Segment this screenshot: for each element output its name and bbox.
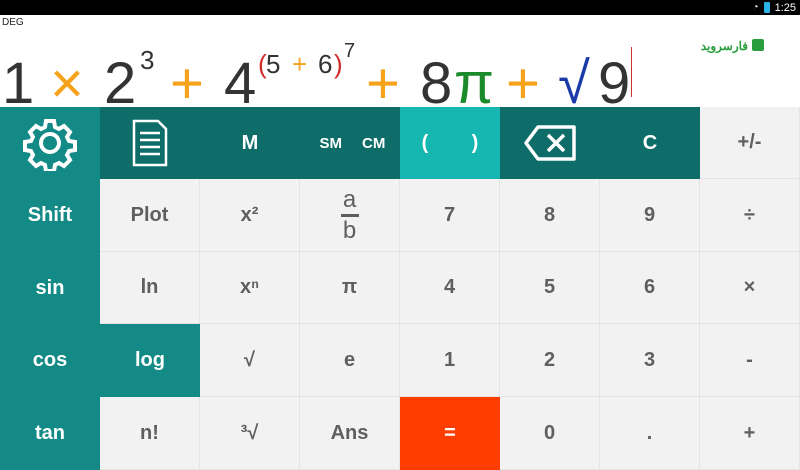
expr-exponent-7: 7: [344, 40, 356, 62]
log-button[interactable]: log: [100, 324, 200, 397]
expr-plus-1: +: [170, 51, 204, 116]
expr-pi: π: [454, 51, 495, 116]
equals-button[interactable]: =: [400, 397, 500, 470]
wifi-icon: ◔: [752, 2, 759, 13]
watermark-logo: فارسروید: [700, 39, 748, 53]
factorial-button[interactable]: n!: [100, 397, 200, 470]
plus-minus-button[interactable]: +/-: [700, 107, 800, 179]
digit-8-button[interactable]: 8: [500, 179, 600, 252]
shift-button[interactable]: Shift: [0, 179, 100, 252]
expr-digit-6: 6: [318, 49, 333, 79]
digit-4-button[interactable]: 4: [400, 252, 500, 324]
ans-button[interactable]: Ans: [300, 397, 400, 470]
status-time: 1:25: [774, 1, 796, 14]
fraction-numerator: a: [342, 185, 357, 213]
paren-close-button[interactable]: ): [450, 107, 500, 179]
digit-1-button[interactable]: 1: [400, 324, 500, 397]
expr-digit-4: 4: [224, 51, 257, 116]
multiply-button[interactable]: ×: [700, 252, 800, 324]
tan-button[interactable]: tan: [0, 397, 100, 470]
plot-button[interactable]: Plot: [100, 179, 200, 252]
minus-button[interactable]: -: [700, 324, 800, 397]
clear-button[interactable]: C: [600, 107, 700, 179]
expr-plus-inner: +: [292, 49, 308, 79]
memory-store-button[interactable]: SM: [300, 107, 350, 179]
memory-clear-button[interactable]: CM: [350, 107, 400, 179]
divide-button[interactable]: ÷: [700, 179, 800, 252]
plus-button[interactable]: +: [700, 397, 800, 470]
expr-plus-2: +: [366, 51, 400, 116]
digit-5-button[interactable]: 5: [500, 252, 600, 324]
paren-open-button[interactable]: (: [400, 107, 450, 179]
logo-icon: [752, 39, 764, 51]
backspace-icon: [524, 125, 576, 161]
expr-digit-8: 8: [420, 51, 453, 116]
expr-paren-close: ): [334, 49, 343, 79]
square-button[interactable]: x²: [200, 179, 300, 252]
cube-root-button[interactable]: ³√: [200, 397, 300, 470]
battery-icon: [763, 2, 770, 13]
expr-sqrt: √: [558, 51, 590, 116]
document-icon: [132, 119, 168, 167]
expression-display[interactable]: DEG 1 × 2 3 + 4 ( 5 + 6 ) 7 + 8 π + √ 9 …: [0, 15, 800, 113]
history-button[interactable]: [100, 107, 200, 179]
digit-3-button[interactable]: 3: [600, 324, 700, 397]
fraction-button[interactable]: a b: [300, 179, 400, 252]
expr-plus-3: +: [506, 51, 540, 116]
expr-digit-1: 1: [2, 51, 35, 116]
digit-9-button[interactable]: 9: [600, 179, 700, 252]
power-button[interactable]: xⁿ: [200, 252, 300, 324]
digit-0-button[interactable]: 0: [500, 397, 600, 470]
digit-2-button[interactable]: 2: [500, 324, 600, 397]
expr-digit-2: 2: [104, 51, 137, 116]
backspace-button[interactable]: [500, 107, 600, 179]
digit-6-button[interactable]: 6: [600, 252, 700, 324]
text-cursor: [631, 47, 632, 97]
e-button[interactable]: e: [300, 324, 400, 397]
decimal-button[interactable]: .: [600, 397, 700, 470]
angle-mode-label: DEG: [2, 17, 24, 28]
sin-button[interactable]: sin: [0, 252, 100, 324]
expression-text: 1 × 2 3 + 4 ( 5 + 6 ) 7 + 8 π + √ 9: [2, 29, 792, 113]
memory-button[interactable]: M: [200, 107, 300, 179]
gear-icon: [23, 119, 77, 171]
settings-button[interactable]: [0, 107, 100, 179]
fraction-denominator: b: [342, 216, 357, 244]
ln-button[interactable]: ln: [100, 252, 200, 324]
expr-digit-9: 9: [598, 51, 631, 116]
status-icons: ◔ 1:25: [753, 1, 796, 14]
expr-exponent-3: 3: [140, 45, 155, 75]
expr-times: ×: [50, 51, 84, 116]
expr-digit-5: 5: [266, 49, 281, 79]
digit-7-button[interactable]: 7: [400, 179, 500, 252]
status-bar: ◔ 1:25: [0, 0, 800, 15]
cos-button[interactable]: cos: [0, 324, 100, 397]
sqrt-button[interactable]: √: [200, 324, 300, 397]
pi-button[interactable]: π: [300, 252, 400, 324]
keypad: M SM CM ( ) C +/- Shift Plot x² a b 7 8 …: [0, 107, 800, 470]
